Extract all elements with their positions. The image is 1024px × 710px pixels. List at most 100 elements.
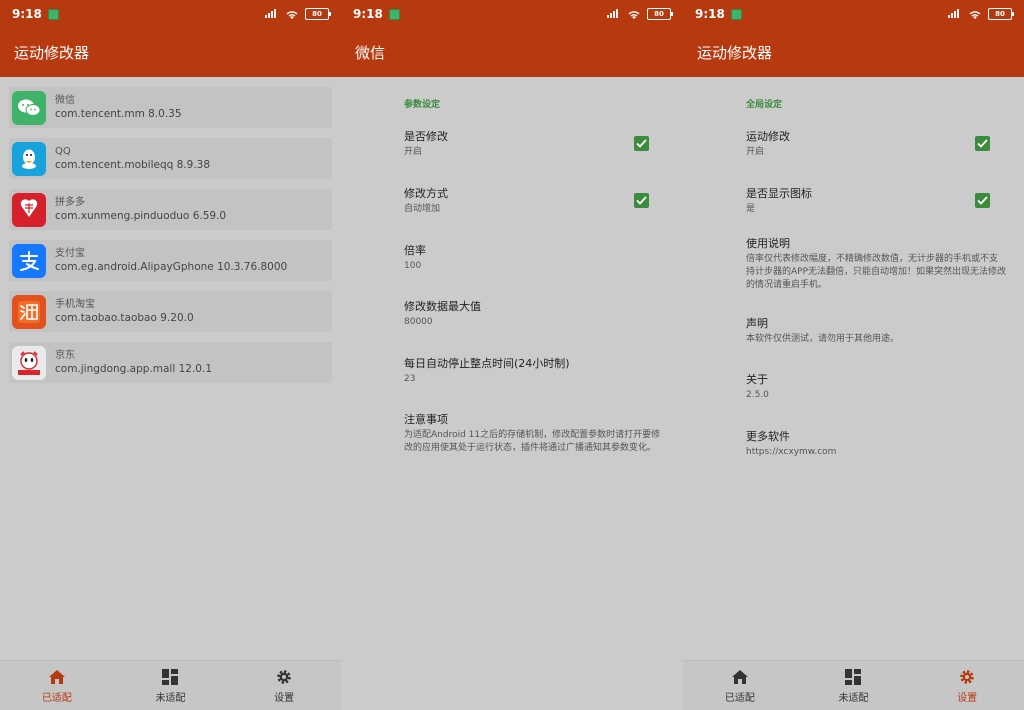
wifi-icon <box>627 9 641 19</box>
app-item-pinduoduo[interactable]: 拼多多 com.xunmeng.pinduoduo 6.59.0 <box>9 189 332 230</box>
section-title: 全局设定 <box>746 100 783 110</box>
setting-max-value[interactable]: 修改数据最大值 80000 <box>404 300 669 357</box>
signal-icon <box>948 8 962 21</box>
setting-multiplier[interactable]: 倍率 100 <box>404 244 669 300</box>
status-bar: 9:18 80 <box>341 0 683 28</box>
setting-title: 每日自动停止整点时间(24小时制) <box>404 357 570 370</box>
checkbox-checked-icon[interactable] <box>634 193 649 208</box>
taobao-icon <box>12 294 46 329</box>
notification-icon <box>388 8 400 20</box>
setting-title: 运动修改 <box>746 130 790 143</box>
gear-icon <box>958 668 976 686</box>
screen-app-list: 9:18 80 运动修改器 微信 com.tencent.mm 8.0.35 Q… <box>0 0 341 710</box>
app-name: 支付宝 <box>55 247 85 259</box>
setting-motion-modify[interactable]: 运动修改 开启 <box>746 130 1010 187</box>
setting-instructions[interactable]: 使用说明 倍率仅代表修改幅度，不精确修改数值，无计步器的手机或不支持计步器的AP… <box>746 237 1010 317</box>
notification-icon <box>730 8 742 20</box>
nav-adapted[interactable]: 已适配 <box>17 668 97 704</box>
setting-more-apps[interactable]: 更多软件 https://xcxymw.com <box>746 430 1010 458</box>
setting-summary: 2.5.0 <box>746 390 769 400</box>
nav-adapted[interactable]: 已适配 <box>700 668 780 704</box>
setting-title: 关于 <box>746 373 768 386</box>
app-item-qq[interactable]: QQ com.tencent.mobileqq 8.9.38 <box>9 138 332 179</box>
status-bar: 9:18 80 <box>0 0 341 28</box>
setting-show-icon[interactable]: 是否显示图标 是 <box>746 187 1010 237</box>
settings-list: 全局设定 运动修改 开启 是否显示图标 是 使用说明 倍率仅代表修改幅度，不精确… <box>683 77 1024 458</box>
app-bar: 运动修改器 <box>0 28 341 77</box>
jd-icon <box>12 345 46 380</box>
nav-unadapted[interactable]: 未适配 <box>813 668 893 704</box>
home-icon <box>48 668 66 686</box>
app-name: 拼多多 <box>55 196 85 208</box>
qq-icon <box>12 141 46 176</box>
wechat-icon <box>12 90 46 125</box>
page-title: 运动修改器 <box>14 44 90 62</box>
status-time: 9:18 <box>353 7 383 21</box>
nav-unadapted[interactable]: 未适配 <box>130 668 210 704</box>
battery-icon: 80 <box>647 8 673 20</box>
setting-about[interactable]: 关于 2.5.0 <box>746 373 1010 430</box>
setting-title: 注意事项 <box>404 413 448 426</box>
alipay-icon <box>12 243 46 278</box>
setting-summary: 80000 <box>404 317 433 327</box>
setting-statement[interactable]: 声明 本软件仅供测试，请勿用于其他用途。 <box>746 317 1010 373</box>
signal-icon <box>265 8 279 21</box>
setting-summary: 100 <box>404 261 422 271</box>
checkbox-checked-icon[interactable] <box>975 193 990 208</box>
status-time: 9:18 <box>695 7 725 21</box>
app-item-jd[interactable]: 京东 com.jingdong.app.mall 12.0.1 <box>9 342 332 383</box>
app-item-taobao[interactable]: 手机淘宝 com.taobao.taobao 9.20.0 <box>9 291 332 332</box>
app-name: 微信 <box>55 94 75 106</box>
pinduoduo-icon <box>12 192 46 227</box>
setting-enable-modify[interactable]: 是否修改 开启 <box>404 130 669 187</box>
setting-summary: 开启 <box>746 147 765 157</box>
checkbox-checked-icon[interactable] <box>975 136 990 151</box>
setting-summary: https://xcxymw.com <box>746 447 837 457</box>
nav-label: 已适配 <box>724 692 755 704</box>
app-item-alipay[interactable]: 支付宝 com.eg.android.AlipayGphone 10.3.76.… <box>9 240 332 281</box>
setting-title: 使用说明 <box>746 237 790 250</box>
setting-stop-hour[interactable]: 每日自动停止整点时间(24小时制) 23 <box>404 357 669 413</box>
nav-label: 未适配 <box>838 692 869 704</box>
app-name: 手机淘宝 <box>55 298 95 310</box>
setting-modify-mode[interactable]: 修改方式 自动增加 <box>404 187 669 244</box>
app-package: com.tencent.mm 8.0.35 <box>55 107 182 120</box>
app-list: 微信 com.tencent.mm 8.0.35 QQ com.tencent.… <box>0 77 341 383</box>
battery-icon: 80 <box>305 8 331 20</box>
app-bar: 微信 <box>341 28 683 77</box>
setting-summary: 23 <box>404 374 416 384</box>
wifi-icon <box>285 9 299 19</box>
screen-wechat-settings: 9:18 80 微信 参数设定 是否修改 开启 修改方式 自动增加 倍率 100… <box>341 0 683 710</box>
app-package: com.jingdong.app.mall 12.0.1 <box>55 362 212 375</box>
screen-global-settings: 9:18 80 运动修改器 全局设定 运动修改 开启 是否显示图标 是 使用说明… <box>683 0 1024 710</box>
setting-summary: 倍率仅代表修改幅度，不精确修改数值，无计步器的手机或不支持计步器的APP无法翻倍… <box>746 254 1007 290</box>
nav-settings[interactable]: 设置 <box>244 668 324 704</box>
dashboard-icon <box>844 668 862 686</box>
home-icon <box>731 668 749 686</box>
page-title: 微信 <box>355 44 386 62</box>
setting-notes[interactable]: 注意事项 为适配Android 11之后的存储机制，修改配置参数时请打开要修改的… <box>404 413 669 455</box>
bottom-nav: 已适配 未适配 设置 <box>0 660 341 710</box>
screenshot-stage: 9:18 80 运动修改器 微信 com.tencent.mm 8.0.35 Q… <box>0 0 1024 710</box>
app-package: com.eg.android.AlipayGphone 10.3.76.8000 <box>55 260 288 273</box>
app-name: QQ <box>55 145 71 157</box>
app-item-wechat[interactable]: 微信 com.tencent.mm 8.0.35 <box>9 87 332 128</box>
notification-icon <box>47 8 59 20</box>
checkbox-checked-icon[interactable] <box>634 136 649 151</box>
setting-title: 更多软件 <box>746 430 790 443</box>
nav-label: 已适配 <box>41 692 72 704</box>
section-title: 参数设定 <box>404 100 441 110</box>
dashboard-icon <box>161 668 179 686</box>
app-package: com.tencent.mobileqq 8.9.38 <box>55 158 211 171</box>
settings-list: 参数设定 是否修改 开启 修改方式 自动增加 倍率 100 修改数据最大值 80… <box>341 77 683 455</box>
app-package: com.taobao.taobao 9.20.0 <box>55 311 194 324</box>
nav-label: 设置 <box>957 692 978 704</box>
setting-summary: 自动增加 <box>404 204 441 214</box>
setting-title: 倍率 <box>404 244 426 257</box>
battery-icon: 80 <box>988 8 1014 20</box>
setting-title: 是否修改 <box>404 130 448 143</box>
status-time: 9:18 <box>12 7 42 21</box>
bottom-nav: 已适配 未适配 设置 <box>683 660 1024 710</box>
nav-settings[interactable]: 设置 <box>927 668 1007 704</box>
app-bar: 运动修改器 <box>683 28 1024 77</box>
